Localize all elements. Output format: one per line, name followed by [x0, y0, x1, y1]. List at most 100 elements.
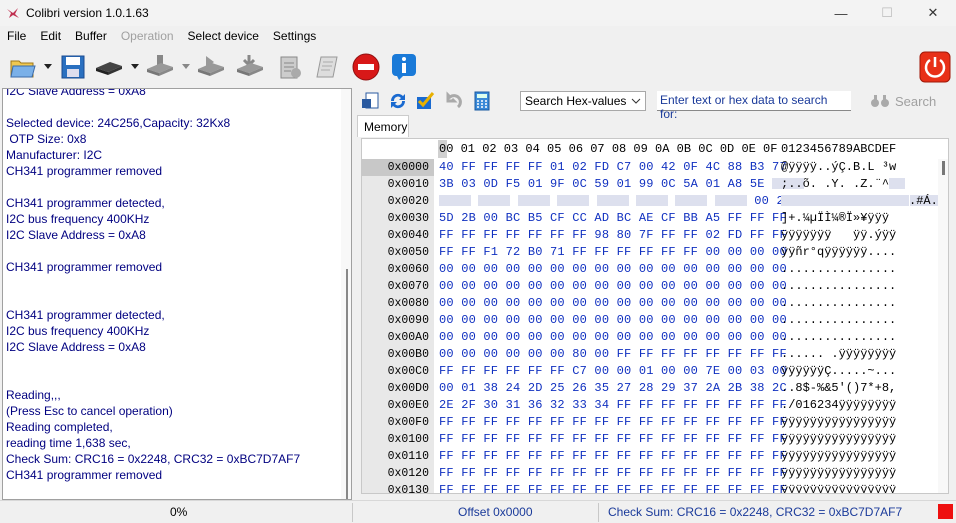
tab-memory[interactable]: Memory	[357, 115, 409, 137]
hex-header: 00 01 02 03 04 05 06 07 08 09 0A 0B 0C 0…	[362, 139, 948, 159]
row-ascii[interactable]: ÿÿÿÿÿÿÇ.....~...	[781, 363, 896, 380]
search-input[interactable]: Enter text or hex data to search for:	[657, 91, 851, 121]
calculator-button[interactable]	[471, 90, 493, 112]
menu-select-device[interactable]: Select device	[181, 28, 266, 44]
open-dropdown-arrow-icon[interactable]	[44, 64, 52, 70]
hex-row[interactable]: 0x0070 00 00 00 00 00 00 00 00 00 00 00 0…	[362, 278, 948, 295]
power-button[interactable]	[918, 50, 952, 84]
row-hex-bytes[interactable]: 00 00 00 00 00 00 00 00 00 00 00 00 00 0…	[439, 261, 787, 278]
row-ascii[interactable]: ÿÿÿÿÿÿÿÿÿÿÿÿÿÿÿÿ	[781, 414, 896, 431]
row-hex-bytes[interactable]: 2E 2F 30 31 36 32 33 34 FF FF FF FF FF F…	[439, 397, 787, 414]
row-hex-bytes[interactable]: FF FF FF FF FF FF FF FF FF FF FF FF FF F…	[439, 431, 787, 448]
row-ascii[interactable]: ÿÿÿÿÿÿÿÿÿÿÿÿÿÿÿÿ	[781, 465, 896, 482]
hex-row[interactable]: 0x0010 3B 03 0D F5 01 9F 0C 59 01 99 0C 5…	[362, 176, 948, 193]
read-button[interactable]	[94, 52, 124, 82]
masked-byte	[652, 195, 669, 207]
row-hex-bytes[interactable]: FF FF FF FF FF FF FF 98 80 7F FF FF 02 F…	[439, 227, 787, 244]
row-ascii[interactable]: ÿÿñr°qÿÿÿÿÿÿ....	[781, 244, 896, 261]
row-ascii[interactable]: ...... .ÿÿÿÿÿÿÿÿ	[781, 346, 896, 363]
row-hex-bytes[interactable]: FF FF FF FF FF FF FF FF FF FF FF FF FF F…	[439, 448, 787, 465]
row-hex-bytes[interactable]: 00 00 00 00 00 00 00 00 00 00 00 00 00 0…	[439, 312, 787, 329]
hex-row[interactable]: 0x0100 FF FF FF FF FF FF FF FF FF FF FF F…	[362, 431, 948, 448]
tab-memory-label: Memory	[364, 120, 408, 134]
row-hex-bytes[interactable]: 40 FF FF FF FF 01 02 FD C7 00 42 0F 4C 8…	[439, 159, 787, 176]
row-ascii[interactable]: ÿÿÿÿÿÿÿÿÿÿÿÿÿÿÿÿ	[781, 448, 896, 465]
row-hex-bytes[interactable]: FF FF FF FF FF FF FF FF FF FF FF FF FF F…	[439, 414, 787, 431]
row-ascii[interactable]: ................	[781, 261, 896, 278]
row-hex-bytes[interactable]: 00 00 00 00 00 00 80 00 FF FF FF FF FF F…	[439, 346, 787, 363]
hex-row[interactable]: 0x0080 00 00 00 00 00 00 00 00 00 00 00 0…	[362, 295, 948, 312]
read-dropdown-arrow-icon[interactable]	[131, 64, 139, 70]
menu-buffer[interactable]: Buffer	[68, 28, 114, 44]
row-hex-bytes[interactable]: FF FF FF FF FF FF FF FF FF FF FF FF FF F…	[439, 482, 787, 493]
row-hex-bytes[interactable]: 00 00 00 00 00 00 00 00 00 00 00 00 00 0…	[439, 278, 787, 295]
row-ascii[interactable]: .#Á.#	[781, 193, 948, 210]
info-icon	[392, 54, 416, 80]
window-title: Colibri version 1.0.1.63	[26, 6, 149, 20]
check-button[interactable]	[414, 90, 436, 112]
row-hex-bytes[interactable]: 00 00 00 00 00 00 00 00 00 00 00 00 00 0…	[439, 295, 787, 312]
hex-row[interactable]: 0x0040 FF FF FF FF FF FF FF 98 80 7F FF F…	[362, 227, 948, 244]
row-ascii[interactable]: ;..õ. .Y. .Z.¨^	[781, 176, 906, 193]
open-button[interactable]	[8, 52, 38, 82]
row-ascii[interactable]: ÿÿÿÿÿÿÿÿÿÿÿÿÿÿÿÿ	[781, 482, 896, 493]
go-to-address-button[interactable]	[360, 90, 382, 112]
hex-row[interactable]: 0x00C0 FF FF FF FF FF FF C7 00 00 01 00 0…	[362, 363, 948, 380]
log-line: I2C Slave Address = 0xA8	[6, 228, 146, 242]
hex-row[interactable]: 0x0030 5D 2B 00 BC B5 CF CC AD BC AE CF B…	[362, 210, 948, 227]
log-scrollbar-thumb[interactable]	[346, 269, 348, 499]
row-hex-bytes[interactable]: 3B 03 0D F5 01 9F 0C 59 01 99 0C 5A 01 A…	[439, 176, 805, 193]
menu-settings[interactable]: Settings	[266, 28, 323, 44]
refresh-button[interactable]	[387, 90, 409, 112]
log-panel[interactable]: I2C Slave Address = 0xA8 Selected device:…	[2, 88, 352, 500]
row-address: 0x00A0	[362, 329, 434, 346]
menu-edit[interactable]: Edit	[33, 28, 68, 44]
row-ascii[interactable]: ................	[781, 312, 896, 329]
hex-row[interactable]: 0x0000 40 FF FF FF FF 01 02 FD C7 00 42 0…	[362, 159, 948, 176]
row-ascii[interactable]: ÿÿÿÿÿÿÿÿÿÿÿÿÿÿÿÿ	[781, 431, 896, 448]
hex-row[interactable]: 0x0020 00 23 C1 05 23 9E 91 .#Á.#	[362, 193, 948, 210]
row-hex-bytes[interactable]: FF FF FF FF FF FF FF FF FF FF FF FF FF F…	[439, 465, 787, 482]
hex-row[interactable]: 0x00B0 00 00 00 00 00 00 80 00 FF FF FF F…	[362, 346, 948, 363]
row-ascii[interactable]: ./016234ÿÿÿÿÿÿÿÿ	[781, 397, 896, 414]
search-mode-select[interactable]: Search Hex-values	[520, 91, 646, 111]
hex-row[interactable]: 0x0110 FF FF FF FF FF FF FF FF FF FF FF F…	[362, 448, 948, 465]
minimize-button[interactable]: —	[818, 0, 864, 26]
menu-file[interactable]: File	[0, 28, 33, 44]
stop-button[interactable]	[351, 52, 381, 82]
row-hex-bytes[interactable]: FF FF F1 72 B0 71 FF FF FF FF FF FF 00 0…	[439, 244, 787, 261]
row-hex-bytes[interactable]: 00 01 38 24 2D 25 26 35 27 28 29 37 2A 2…	[439, 380, 787, 397]
close-button[interactable]: ✕	[910, 0, 956, 26]
hex-editor[interactable]: 00 01 02 03 04 05 06 07 08 09 0A 0B 0C 0…	[361, 138, 949, 494]
row-ascii[interactable]: ................	[781, 295, 896, 312]
hex-scrollbar-thumb[interactable]	[942, 161, 945, 175]
row-hex-bytes[interactable]: FF FF FF FF FF FF C7 00 00 01 00 00 7E 0…	[439, 363, 787, 380]
hex-row[interactable]: 0x0120 FF FF FF FF FF FF FF FF FF FF FF F…	[362, 465, 948, 482]
status-divider	[352, 503, 353, 522]
row-hex-bytes[interactable]: 00 00 00 00 00 00 00 00 00 00 00 00 00 0…	[439, 329, 787, 346]
hex-row[interactable]: 0x00E0 2E 2F 30 31 36 32 33 34 FF FF FF F…	[362, 397, 948, 414]
info-button[interactable]	[389, 52, 419, 82]
hex-row[interactable]: 0x0130 FF FF FF FF FF FF FF FF FF FF FF F…	[362, 482, 948, 493]
save-button[interactable]	[58, 52, 88, 82]
row-ascii[interactable]: ..8$-%&5'()7*+8,	[781, 380, 896, 397]
row-ascii[interactable]: ................	[781, 278, 896, 295]
hex-row[interactable]: 0x0050 FF FF F1 72 B0 71 FF FF FF FF FF F…	[362, 244, 948, 261]
row-hex-bytes[interactable]: 5D 2B 00 BC B5 CF CC AD BC AE CF BB A5 F…	[439, 210, 787, 227]
hex-row[interactable]: 0x00F0 FF FF FF FF FF FF FF FF FF FF FF F…	[362, 414, 948, 431]
row-ascii[interactable]: ]+.¼µÏÌ­¼®Ï»¥ÿÿÿ	[781, 210, 889, 227]
ascii-column-header: 0123456789ABCDEF	[781, 142, 897, 156]
row-ascii[interactable]: @ÿÿÿÿ..ýÇ.B.L ³w	[781, 159, 896, 176]
hex-row[interactable]: 0x00D0 00 01 38 24 2D 25 26 35 27 28 29 3…	[362, 380, 948, 397]
hex-row[interactable]: 0x0090 00 00 00 00 00 00 00 00 00 00 00 0…	[362, 312, 948, 329]
log-scrollbar[interactable]	[341, 89, 351, 499]
log-line: OTP Size: 0x8	[6, 132, 87, 146]
blank-check-button	[275, 52, 305, 82]
row-ascii[interactable]: ÿÿÿÿÿÿÿ ÿÿ.ýÿÿ	[781, 227, 896, 244]
row-ascii[interactable]: ................	[781, 329, 896, 346]
hex-scrollbar[interactable]	[938, 159, 948, 493]
hex-row[interactable]: 0x0060 00 00 00 00 00 00 00 00 00 00 00 0…	[362, 261, 948, 278]
hex-row[interactable]: 0x00A0 00 00 00 00 00 00 00 00 00 00 00 0…	[362, 329, 948, 346]
maximize-button[interactable]: ☐	[864, 0, 910, 26]
verify-button	[196, 52, 226, 82]
